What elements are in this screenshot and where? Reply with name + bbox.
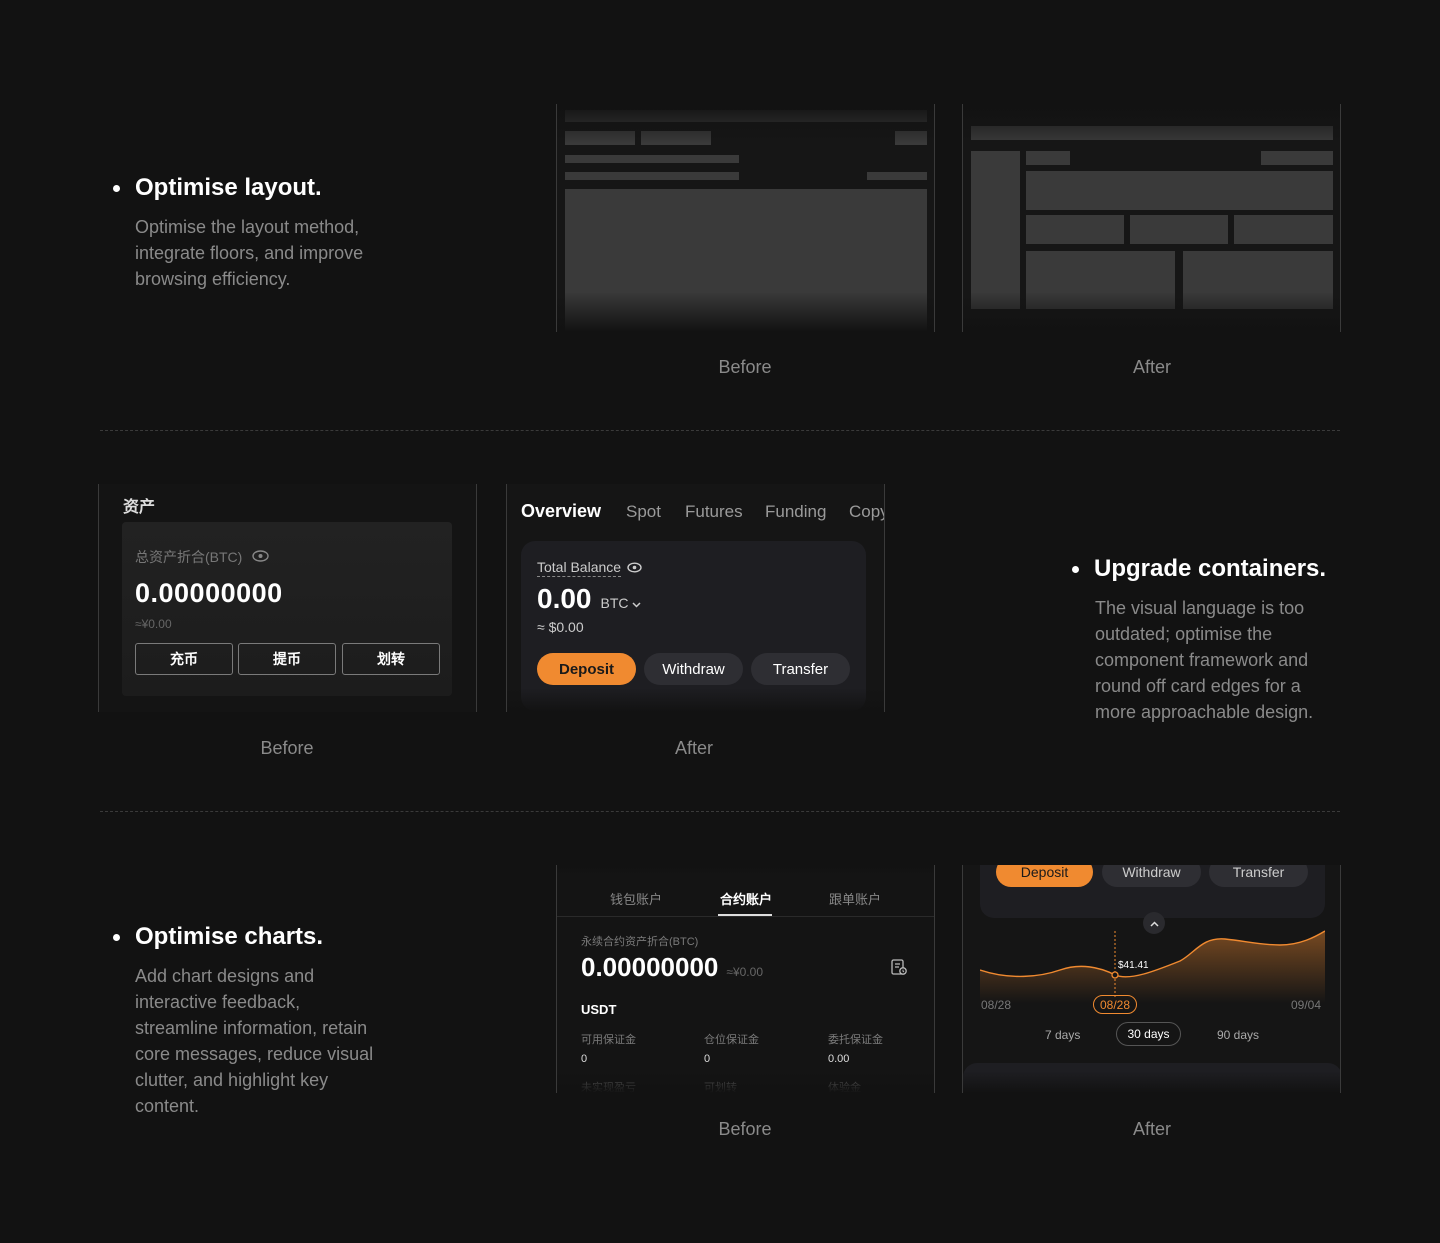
unit-selector[interactable]: BTC: [601, 595, 642, 611]
assets-label: 总资产折合(BTC): [135, 547, 270, 567]
field-label: 未实现盈亏: [581, 1082, 636, 1093]
chevron-down-icon: [632, 595, 641, 611]
currency-label: USDT: [581, 1002, 617, 1017]
caption-after: After: [1132, 1119, 1171, 1139]
assets-before-mockup: 资产 总资产折合(BTC) 0.00000000 ≈¥0.00 充币 提币 划转: [98, 484, 477, 712]
futures-asset-label: 永续合约资产折合(BTC): [581, 936, 699, 948]
caption-before: Before: [718, 357, 772, 377]
chart-area: [980, 931, 1325, 1003]
next-card: [963, 1063, 1340, 1093]
assets-after-mockup: Overview Spot Futures Funding Copy Total…: [506, 484, 885, 712]
layout-before-wireframe: [556, 104, 935, 332]
deposit-button[interactable]: 充币: [135, 643, 233, 675]
bullet: [113, 933, 120, 941]
caption-before: Before: [718, 1119, 772, 1139]
tab-spot[interactable]: Spot: [626, 502, 661, 522]
actions-card: Deposit Withdraw Transfer: [980, 865, 1325, 918]
section-desc-layout: Optimise the layout method, integrate fl…: [135, 217, 364, 289]
caption-after: After: [674, 738, 713, 758]
caption-before: Before: [260, 738, 314, 758]
section-desc-containers: The visual language is too outdated; opt…: [1095, 598, 1314, 722]
range-30-days[interactable]: 30 days: [1116, 1022, 1181, 1046]
section-divider: [100, 811, 1340, 812]
tab-overview[interactable]: Overview: [521, 501, 601, 522]
field-label: 委托保证金: [828, 1034, 883, 1046]
field-value: 0.00: [828, 1053, 850, 1065]
tab-futures-account[interactable]: 合约账户: [720, 889, 772, 908]
tab-copy[interactable]: Copy: [849, 502, 884, 522]
section-title-containers: Upgrade containers.: [1072, 555, 1326, 583]
field-label: 仓位保证金: [704, 1034, 759, 1046]
balance-amount-row: 0.00 BTC: [537, 583, 641, 615]
field-value: 0: [704, 1053, 711, 1065]
deposit-button[interactable]: Deposit: [537, 653, 636, 685]
transfer-button[interactable]: Transfer: [1209, 865, 1308, 887]
assets-card: 总资产折合(BTC) 0.00000000 ≈¥0.00 充币 提币 划转: [122, 522, 452, 696]
withdraw-button[interactable]: 提币: [238, 643, 336, 675]
futures-amount-row: 0.00000000 ≈¥0.00: [581, 952, 763, 983]
field-label: 可用保证金: [581, 1034, 636, 1046]
tab-futures[interactable]: Futures: [685, 502, 743, 522]
section-divider: [100, 430, 1340, 431]
layout-after-wireframe: [962, 104, 1341, 332]
tab-divider: [557, 916, 934, 917]
bullet: [113, 184, 120, 192]
range-7-days[interactable]: 7 days: [1045, 1028, 1080, 1042]
bullet: [1072, 565, 1079, 573]
assets-cny: ≈¥0.00: [135, 617, 172, 631]
section-title-charts: Optimise charts.: [113, 923, 373, 951]
balance-card: Total Balance 0.00 BTC ≈ $0.00 Deposit W…: [521, 541, 866, 711]
record-icon[interactable]: [890, 958, 908, 981]
eye-icon[interactable]: [252, 549, 270, 565]
field-label: 体验金: [828, 1082, 861, 1093]
balance-label: Total Balance: [537, 559, 642, 577]
tab-copy-account[interactable]: 跟单账户: [829, 889, 881, 908]
assets-heading: 资产: [123, 499, 156, 516]
field-label: 可划转: [704, 1082, 737, 1093]
section-containers-text: Upgrade containers. The visual language …: [1072, 555, 1326, 725]
transfer-button[interactable]: Transfer: [751, 653, 850, 685]
x-label-selected: 08/28: [1093, 995, 1138, 1014]
deposit-button[interactable]: Deposit: [996, 865, 1093, 887]
tab-wallet-account[interactable]: 钱包账户: [610, 889, 662, 908]
tab-funding[interactable]: Funding: [765, 502, 826, 522]
section-layout-text: Optimise layout. Optimise the layout met…: [113, 174, 363, 292]
assets-amount: 0.00000000: [135, 578, 283, 608]
chart-after-mockup: Deposit Withdraw Transfer $41.41 08/28 0…: [962, 865, 1341, 1093]
balance-usd: ≈ $0.00: [537, 619, 584, 635]
chart-tooltip: $41.41: [1118, 960, 1149, 971]
balance-line-chart[interactable]: [980, 925, 1325, 1005]
balance-amount: 0.00: [537, 583, 592, 614]
transfer-button[interactable]: 划转: [342, 643, 440, 675]
section-desc-charts: Add chart designs and interactive feedba…: [135, 966, 374, 1116]
caption-after: After: [1132, 357, 1171, 377]
eye-icon[interactable]: [627, 560, 642, 576]
range-90-days[interactable]: 90 days: [1217, 1028, 1259, 1042]
x-label-end: 09/04: [1291, 998, 1322, 1012]
futures-cny: ≈¥0.00: [726, 965, 763, 979]
withdraw-button[interactable]: Withdraw: [1102, 865, 1201, 887]
field-value: 0: [581, 1053, 588, 1065]
x-label-start: 08/28: [981, 998, 1012, 1012]
crosshair-point: [1111, 971, 1119, 979]
withdraw-button[interactable]: Withdraw: [644, 653, 743, 685]
chart-before-mockup: 钱包账户 合约账户 跟单账户 永续合约资产折合(BTC) 0.00000000 …: [556, 865, 935, 1093]
futures-amount: 0.00000000: [581, 952, 719, 982]
section-charts-text: Optimise charts. Add chart designs and i…: [113, 923, 373, 1119]
section-title-layout: Optimise layout.: [113, 174, 363, 202]
